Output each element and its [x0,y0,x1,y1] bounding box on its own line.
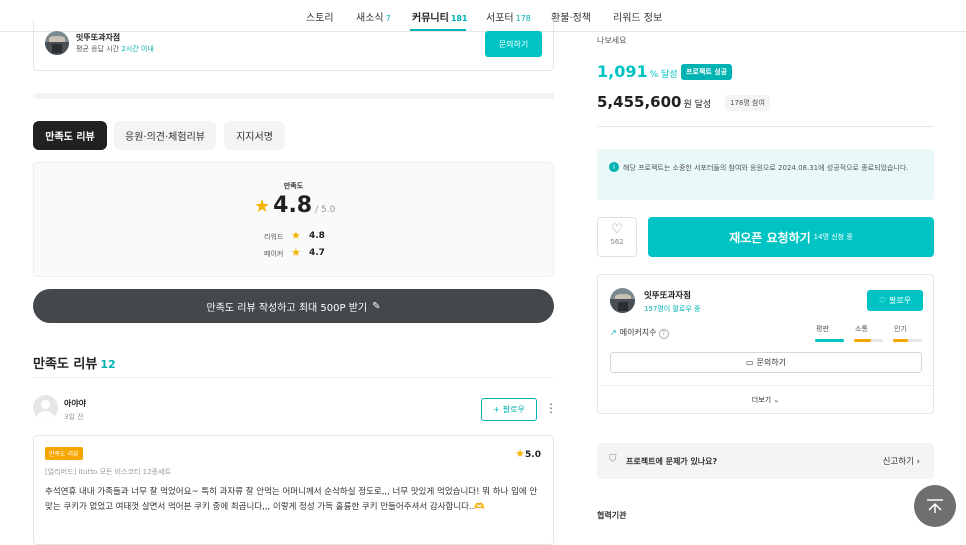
pencil-icon: ✎ [372,300,381,312]
help-icon[interactable]: ? [658,329,669,339]
divider [597,126,934,127]
metric-reputation-bar [815,339,844,342]
maker-name: 잇뚜또과자점 [644,291,691,301]
supporters-badge: 178명 참여 [725,95,770,111]
metric-reputation-label: 평판 [816,325,829,333]
reviewer-avatar [33,395,58,420]
funding-amount: 5,455,600 원 달성 [597,93,712,111]
maker-index: ↗ 메이커지수? [610,327,669,339]
divider [33,377,554,378]
tab-support-review[interactable]: 응원·의견·체험리뷰 [114,121,216,150]
tab-satisfaction-review[interactable]: 만족도 리뷰 [33,121,107,150]
chevron-down-icon: ⌄ [773,396,780,404]
maker-avatar [45,31,69,55]
chat-icon: ▭ [745,358,754,367]
maker-panel: 잇뚜또과자점 157명이 팔로우 중 ♡ 팔로우 ↗ 메이커지수? 평판 소통 인기… [597,274,934,414]
report-question: 프로젝트에 문제가 있나요? [626,457,718,466]
report-section: ⛉ 프로젝트에 문제가 있나요? 신고하기 › [597,443,934,479]
follow-reviewer-button[interactable]: + 팔로우 [481,398,537,421]
review-date: 3일 전 [64,413,84,421]
write-review-button[interactable]: 만족도 리뷰 작성하고 최대 500P 받기 ✎ [33,289,554,323]
maker-avatar [610,288,635,313]
section-divider [33,93,554,99]
rating-score: ★ 4.8/ 5.0 [254,193,336,218]
maker-response-time: 평균 응답 시간 2시간 이내 [76,45,154,53]
share-text: 나보세요 [597,36,627,45]
trend-up-icon: ↗ [610,328,617,337]
rating-row-maker: 메이커 ★ 4.7 [264,246,325,259]
rating-row-reward: 리워드 ★ 4.8 [264,229,325,242]
chevron-right-icon: › [916,457,920,467]
scroll-to-top-button[interactable] [914,485,956,527]
info-icon: i [609,162,619,172]
star-icon: ★ [515,447,526,460]
metric-popularity-bar [893,339,922,342]
star-icon: ★ [254,196,271,217]
heart-icon: ♡ [611,222,623,237]
tab-reward-info[interactable]: 리워드 정보 [613,9,662,24]
metric-communication-label: 소통 [855,325,868,333]
reviewer-name: 아야야 [64,399,87,408]
success-badge: 프로젝트 성공 [681,64,733,80]
tab-signature[interactable]: 지지서명 [224,121,285,150]
metric-popularity-label: 인기 [894,325,907,333]
inquire-button[interactable]: 문의하기 [485,31,542,57]
review-badge: 만족도 리뷰 [45,447,83,460]
metric-communication-bar [854,339,883,342]
rating-title: 만족도 [283,182,304,190]
review-text: 추석연휴 내내 가족들과 너무 잘 먹었어요~ 특히 과자류 잘 안먹는 어머니… [45,487,538,512]
reopen-request-button[interactable]: 재오픈 요청하기 14명 신청 중 [648,217,934,257]
report-button[interactable]: 신고하기 › [883,455,920,467]
shield-icon: ⛉ [609,454,617,465]
review-option: [얼리버드] itutto 모든 비스코티 12종세트 [45,468,171,476]
reviews-section-title: 만족도 리뷰 12 [33,357,116,372]
review-score: ★5.0 [515,447,541,460]
more-options-icon[interactable]: ⋮ [545,402,557,414]
rating-summary: 만족도 ★ 4.8/ 5.0 리워드 ★ 4.8 메이커 ★ 4.7 [33,162,554,277]
maker-name: 잇뚜또과자점 [76,33,121,42]
tab-refund-policy[interactable]: 환불·정책 [551,9,591,24]
like-count: 562 [610,238,624,246]
funding-percent: 1,091% 달성 [597,62,678,81]
follow-maker-button[interactable]: ♡ 팔로우 [867,290,923,311]
divider [598,385,933,386]
star-icon: ★ [291,229,301,242]
coop-label: 협력기관 [597,511,627,520]
project-notice: i 해당 프로젝트는 소중한 서포터들의 참여와 응원으로 2024.08.31… [597,149,934,200]
maker-followers: 157명이 팔로우 중 [644,305,701,313]
plus-icon: + [493,405,500,414]
arrow-up-icon [927,499,943,513]
heart-icon: ♡ [878,296,887,305]
review-card: 만족도 리뷰 ★5.0 [얼리버드] itutto 모든 비스코티 12종세트 … [33,435,554,545]
like-button[interactable]: ♡ 562 [597,217,637,257]
maker-inquire-button[interactable]: ▭ 문의하기 [610,352,922,373]
star-icon: ★ [291,246,301,259]
more-button[interactable]: 더보기 ⌄ [598,395,933,405]
